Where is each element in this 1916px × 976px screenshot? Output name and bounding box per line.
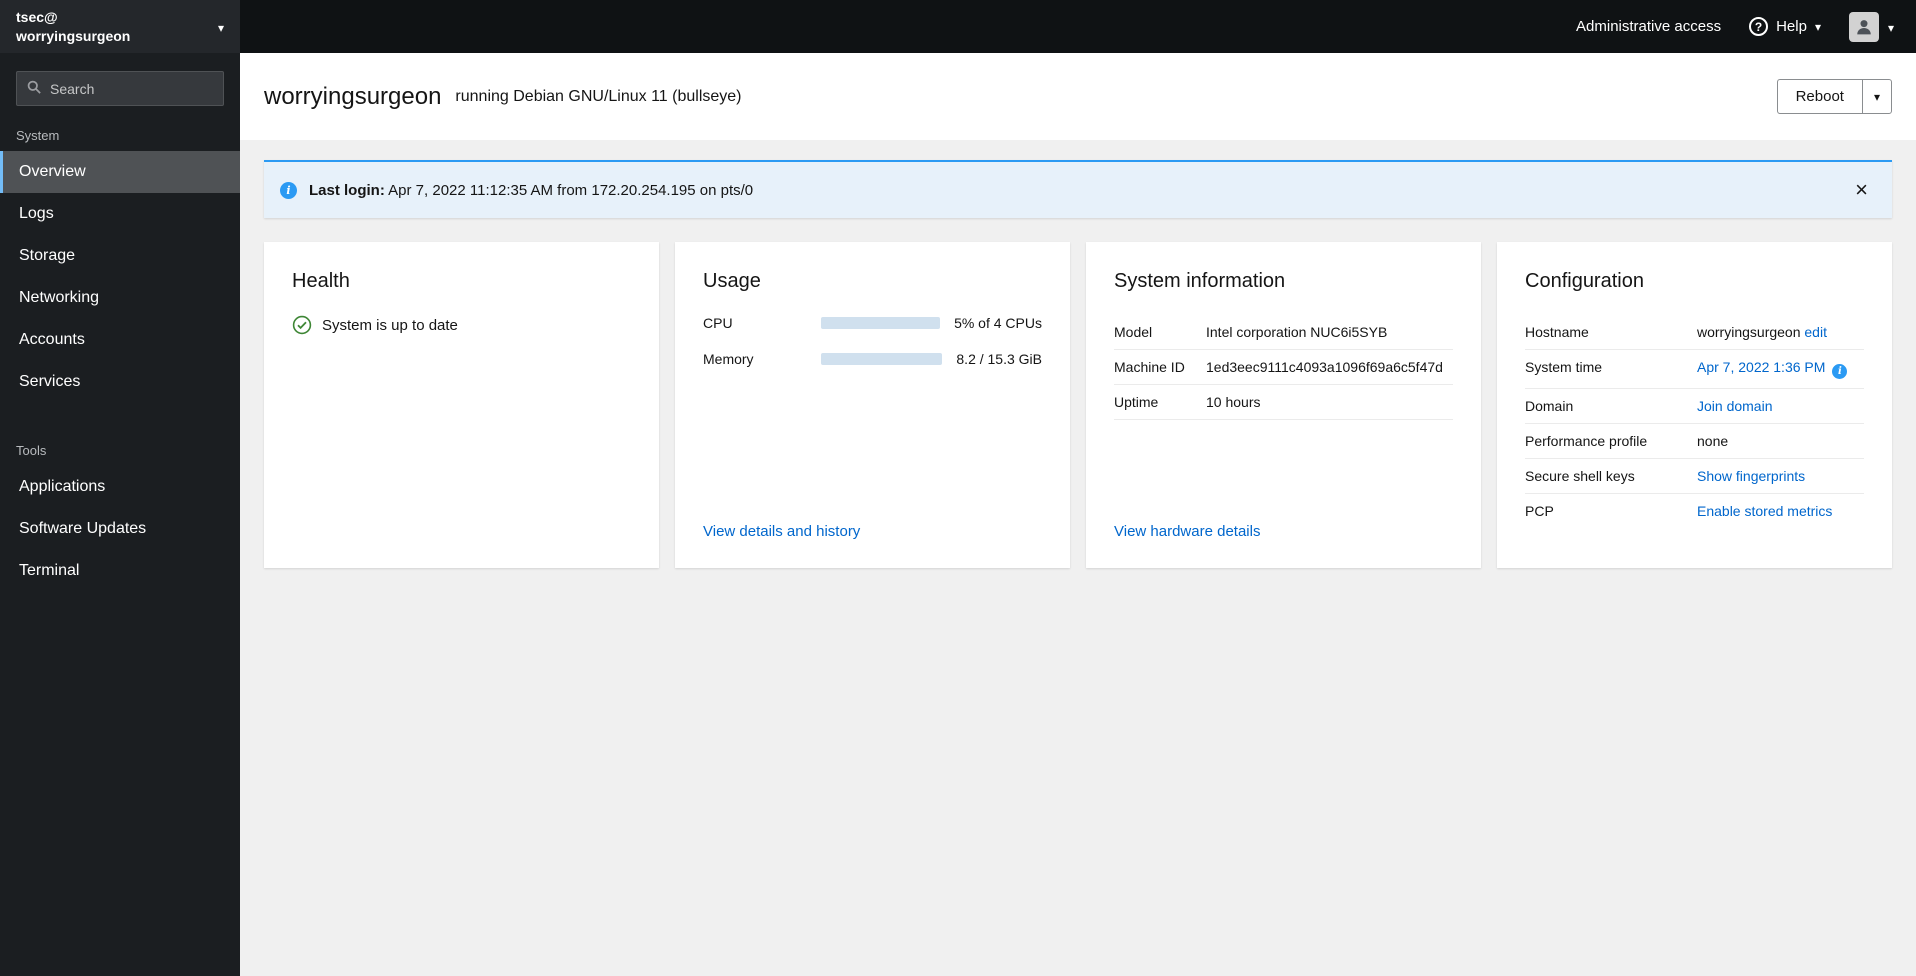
hostname-row: Hostname worryingsurgeon edit — [1525, 315, 1864, 350]
host-switcher[interactable]: tsec@ worryingsurgeon — [0, 0, 240, 53]
cpu-label: CPU — [703, 315, 733, 331]
health-status-text: System is up to date — [322, 316, 458, 334]
reboot-button[interactable]: Reboot — [1776, 79, 1862, 114]
help-label: Help — [1776, 18, 1807, 35]
avatar — [1848, 11, 1879, 42]
sidebar-item-storage[interactable]: Storage — [0, 235, 240, 277]
sidebar-item-accounts[interactable]: Accounts — [0, 319, 240, 361]
cpu-usage-row: CPU 5% of 4 CPUs — [703, 315, 1042, 331]
help-icon — [1749, 17, 1769, 36]
info-icon — [280, 181, 297, 199]
sidebar-nav: System Overview Logs Storage Networking … — [0, 112, 240, 592]
usage-card: Usage CPU 5% of 4 CPUs Memory 8.2 / 15.3… — [675, 242, 1070, 568]
sidebar-item-networking[interactable]: Networking — [0, 277, 240, 319]
sidebar-search — [16, 71, 224, 106]
cpu-progress-bar — [821, 317, 941, 329]
performance-profile-value: none — [1697, 433, 1729, 449]
search-input[interactable] — [50, 80, 213, 97]
performance-profile-row: Performance profile none — [1525, 424, 1864, 459]
model-row: Model Intel corporation NUC6i5SYB — [1114, 315, 1453, 350]
chevron-down-icon — [1815, 18, 1821, 35]
pcp-row: PCP Enable stored metrics — [1525, 503, 1833, 519]
chevron-down-icon — [1874, 89, 1880, 104]
domain-row: Domain Join domain — [1525, 389, 1864, 424]
os-release-label: running Debian GNU/Linux 11 (bullseye) — [455, 87, 742, 105]
memory-label: Memory — [703, 351, 754, 367]
alert-text: Last login: Apr 7, 2022 11:12:35 AM from… — [309, 182, 753, 199]
close-icon[interactable] — [1847, 177, 1876, 203]
nav-section-title: Tools — [16, 443, 47, 458]
health-status-row: System is up to date — [292, 315, 631, 335]
cpu-usage-value: 5% of 4 CPUs — [954, 315, 1042, 331]
reboot-split-button: Reboot — [1776, 79, 1892, 114]
session-host: worryingsurgeon — [16, 27, 131, 44]
nav-section-tools: Tools Applications Software Updates Term… — [0, 427, 240, 592]
model-value: Intel corporation NUC6i5SYB — [1206, 324, 1388, 340]
chevron-down-icon — [218, 19, 224, 35]
alert-title: Last login: — [309, 181, 385, 199]
card-title: System information — [1114, 270, 1286, 292]
help-menu[interactable]: Help — [1749, 17, 1821, 36]
system-information-card: System information Model Intel corporati… — [1086, 242, 1481, 568]
info-icon[interactable] — [1832, 364, 1848, 379]
sidebar-item-software-updates[interactable]: Software Updates — [0, 508, 240, 550]
sidebar-item-services[interactable]: Services — [0, 361, 240, 403]
configuration-card: Configuration Hostname worryingsurgeon e… — [1497, 242, 1892, 568]
overview-cards: Health System is up to date Usage CPU 5%… — [264, 242, 1892, 568]
join-domain-link[interactable]: Join domain — [1697, 398, 1773, 414]
chevron-down-icon — [1888, 19, 1894, 35]
cockpit-app: tsec@ worryingsurgeon System Overview Lo… — [0, 0, 1916, 976]
reboot-dropdown-toggle[interactable] — [1861, 79, 1892, 114]
memory-progress-bar — [821, 353, 943, 365]
memory-usage-row: Memory 8.2 / 15.3 GiB — [703, 351, 1042, 367]
view-details-history-link[interactable]: View details and history — [703, 523, 860, 540]
overview-content: Last login: Apr 7, 2022 11:12:35 AM from… — [240, 140, 1916, 976]
page-title: worryingsurgeon — [264, 82, 442, 110]
user-icon — [1857, 19, 1871, 34]
card-title: Usage — [703, 270, 761, 292]
machine-id-value: 1ed3eec9111c4093a1096f69a6c5f47d — [1206, 359, 1443, 375]
last-login-alert: Last login: Apr 7, 2022 11:12:35 AM from… — [264, 160, 1892, 218]
uptime-value: 10 hours — [1206, 394, 1261, 410]
main-area: Administrative access Help worryingsurge… — [240, 0, 1916, 976]
hostname-value: worryingsurgeon — [1697, 324, 1801, 340]
host-switcher-label: tsec@ worryingsurgeon — [16, 8, 130, 46]
system-time-link[interactable]: Apr 7, 2022 1:36 PM — [1697, 359, 1825, 375]
nav-section-system: System Overview Logs Storage Networking … — [0, 112, 240, 403]
card-title: Health — [292, 270, 350, 292]
uptime-row: Uptime 10 hours — [1114, 385, 1453, 420]
system-time-row: System time Apr 7, 2022 1:36 PM — [1525, 350, 1864, 389]
page-header: worryingsurgeon running Debian GNU/Linux… — [240, 53, 1916, 140]
sidebar: tsec@ worryingsurgeon System Overview Lo… — [0, 0, 240, 976]
memory-usage-value: 8.2 / 15.3 GiB — [956, 351, 1042, 367]
sidebar-item-terminal[interactable]: Terminal — [0, 550, 240, 592]
edit-hostname-link[interactable]: edit — [1804, 324, 1827, 340]
sidebar-item-overview[interactable]: Overview — [0, 151, 240, 193]
alert-message: Apr 7, 2022 11:12:35 AM from 172.20.254.… — [388, 181, 754, 199]
check-circle-icon — [292, 315, 312, 335]
search-icon — [27, 80, 41, 97]
view-hardware-details-link[interactable]: View hardware details — [1114, 523, 1260, 540]
enable-stored-metrics-link[interactable]: Enable stored metrics — [1697, 503, 1832, 519]
show-fingerprints-link[interactable]: Show fingerprints — [1697, 468, 1805, 484]
health-card: Health System is up to date — [264, 242, 659, 568]
masthead: Administrative access Help — [240, 0, 1916, 53]
secure-shell-keys-row: Secure shell keys Show fingerprints — [1525, 459, 1864, 494]
session-menu[interactable] — [1848, 11, 1894, 42]
nav-section-title: System — [16, 128, 60, 143]
sidebar-item-logs[interactable]: Logs — [0, 193, 240, 235]
administrative-access-button[interactable]: Administrative access — [1576, 18, 1721, 35]
session-user: tsec@ — [16, 8, 58, 25]
card-title: Configuration — [1525, 270, 1644, 292]
sidebar-item-applications[interactable]: Applications — [0, 466, 240, 508]
machine-id-row: Machine ID 1ed3eec9111c4093a1096f69a6c5f… — [1114, 350, 1453, 385]
